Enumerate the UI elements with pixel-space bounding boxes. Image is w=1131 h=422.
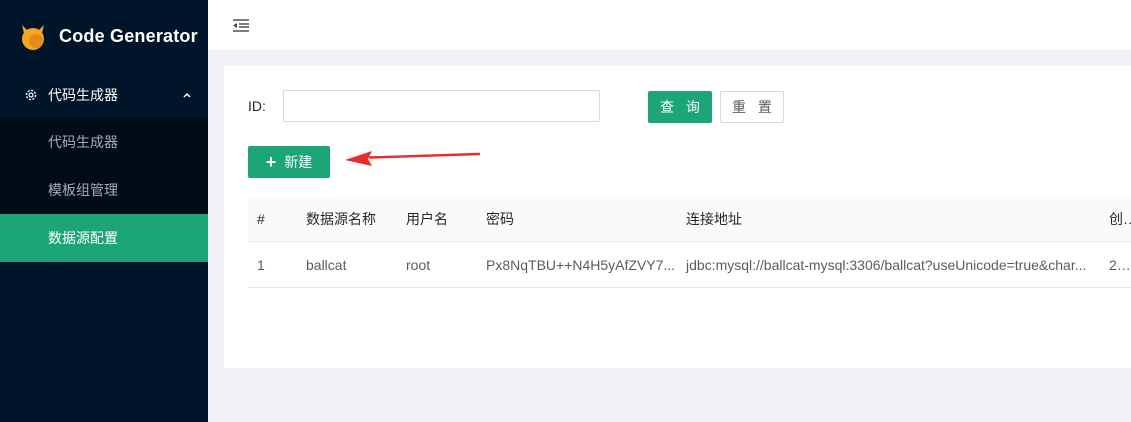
id-input[interactable] <box>283 90 600 122</box>
cell-created: 202 <box>1109 256 1131 273</box>
sidebar: Code Generator 代码生成器 代码生成器 模板组管理 数据源配置 <box>0 0 208 422</box>
table-row[interactable]: 1 ballcat root Px8NqTBU++N4H5yAfZVY7... … <box>248 242 1131 288</box>
column-header-password: 密码 <box>486 210 514 227</box>
search-form: ID: <box>248 90 600 122</box>
reset-button[interactable]: 重 置 <box>720 91 784 123</box>
new-button-label: 新建 <box>284 154 313 170</box>
datasource-table: # 数据源名称 用户名 密码 连接地址 创建 1 ballcat root Px… <box>248 196 1131 288</box>
red-arrow-annotation <box>345 151 480 166</box>
sidebar-item-template-groups[interactable]: 模板组管理 <box>0 166 208 214</box>
menu-group-label: 代码生成器 <box>48 87 118 103</box>
column-header-index: # <box>257 210 265 227</box>
cat-logo-icon <box>18 21 48 51</box>
header <box>208 0 1131 50</box>
sidebar-item-label: 模板组管理 <box>48 182 118 198</box>
query-button[interactable]: 查 询 <box>648 91 712 123</box>
sidebar-item-label: 数据源配置 <box>48 230 118 246</box>
menu-group-code-generator[interactable]: 代码生成器 <box>0 72 208 118</box>
cell-username: root <box>406 256 431 273</box>
new-button[interactable]: + 新建 <box>248 146 330 178</box>
column-header-url: 连接地址 <box>686 210 742 227</box>
sidebar-item-label: 代码生成器 <box>48 134 118 150</box>
table-header: # 数据源名称 用户名 密码 连接地址 创建 <box>248 196 1131 242</box>
submenu: 代码生成器 模板组管理 数据源配置 <box>0 118 208 262</box>
cell-password: Px8NqTBU++N4H5yAfZVY7... <box>486 256 676 273</box>
app-title: Code Generator <box>59 25 198 46</box>
gear-icon <box>24 88 38 102</box>
sidebar-item-code-generator[interactable]: 代码生成器 <box>0 118 208 166</box>
column-header-created: 创建 <box>1109 210 1131 227</box>
cell-url: jdbc:mysql://ballcat-mysql:3306/ballcat?… <box>686 256 1087 273</box>
column-header-name: 数据源名称 <box>306 210 376 227</box>
cell-index: 1 <box>257 256 265 273</box>
cell-name: ballcat <box>306 256 347 273</box>
content-card: ID: 查 询 重 置 + 新建 # 数据源名称 用户名 密码 连接地址 创建 … <box>224 66 1131 368</box>
menu-fold-icon[interactable] <box>232 17 250 33</box>
sidebar-item-datasource-config[interactable]: 数据源配置 <box>0 214 208 262</box>
logo[interactable]: Code Generator <box>0 0 208 72</box>
plus-icon: + <box>265 152 277 172</box>
id-label: ID: <box>248 98 266 114</box>
column-header-username: 用户名 <box>406 210 448 227</box>
chevron-up-icon <box>182 90 192 100</box>
